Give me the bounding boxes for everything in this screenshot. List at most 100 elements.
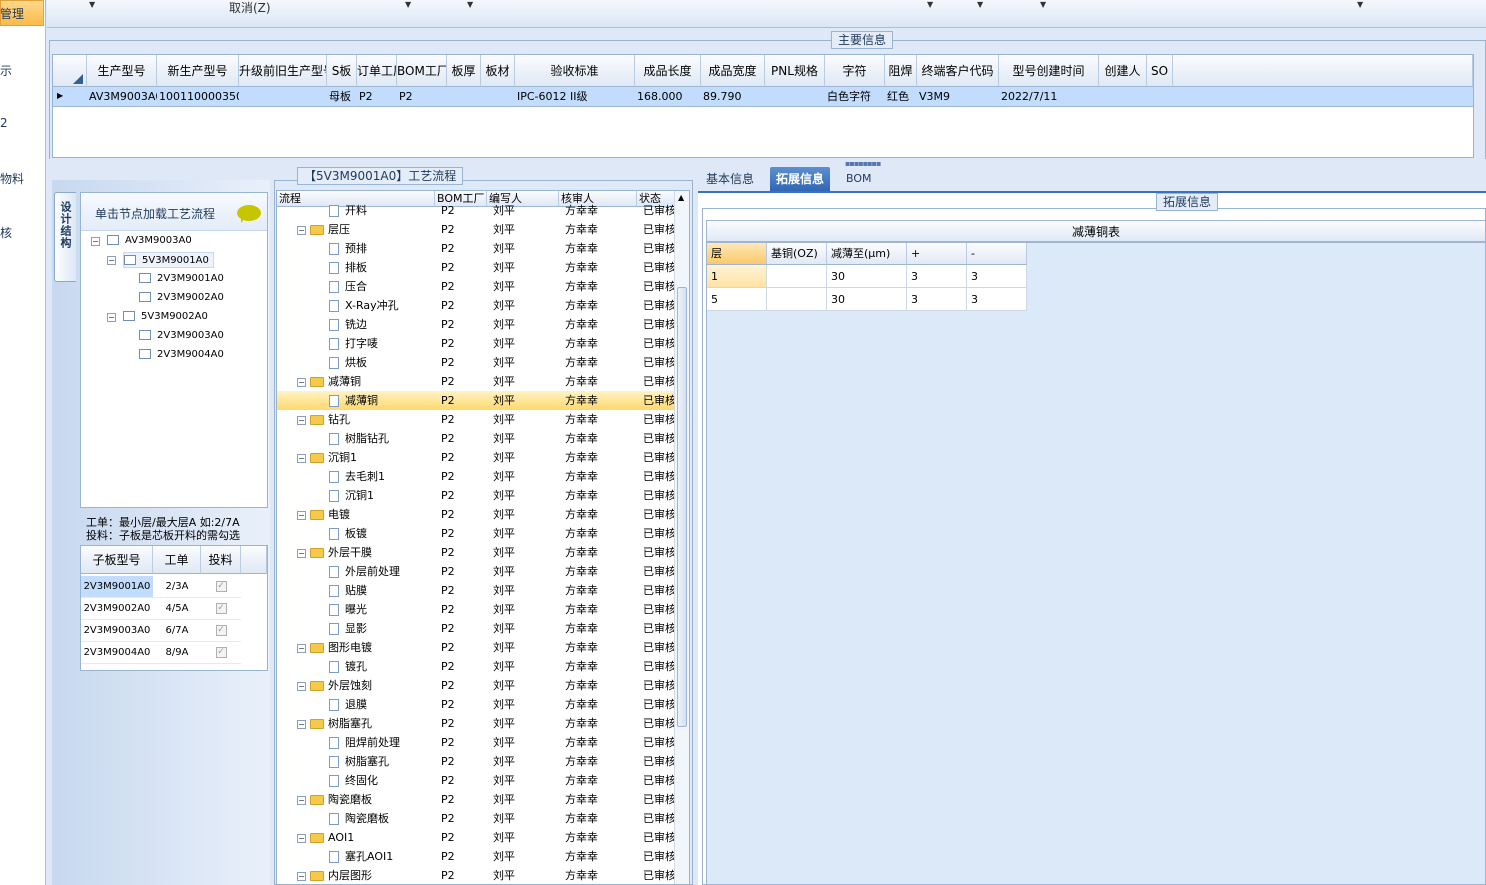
table-row[interactable]: 打字唛 P2 刘平 方幸幸 已审核: [277, 334, 675, 353]
checkbox-cell[interactable]: ✓: [201, 620, 241, 642]
col-header[interactable]: 创建人: [1099, 55, 1147, 87]
tab-design-structure[interactable]: 设计结构: [54, 192, 76, 282]
nav-item-4[interactable]: 核: [0, 224, 12, 241]
table-row[interactable]: − 减薄铜 P2 刘平 方幸幸 已审核: [277, 372, 675, 391]
tree-node[interactable]: AV3M9003A0: [107, 233, 192, 249]
tree-node[interactable]: 5V3M9001A0: [123, 252, 214, 268]
table-row[interactable]: 开料 P2 刘平 方幸幸 已审核: [277, 201, 675, 220]
col-header[interactable]: PNL规格: [765, 55, 825, 87]
dropdown-arrow-icon[interactable]: ▼: [977, 0, 983, 9]
cell[interactable]: AV3M9003A0: [87, 87, 157, 107]
collapse-toggle-icon[interactable]: −: [297, 510, 306, 520]
collapse-toggle-icon[interactable]: −: [297, 415, 306, 425]
checkbox-cell[interactable]: ✓: [201, 576, 241, 598]
dropdown-arrow-icon[interactable]: ▼: [927, 0, 933, 9]
table-row[interactable]: 板镀 P2 刘平 方幸幸 已审核: [277, 524, 675, 543]
scrollbar-thumb[interactable]: [677, 287, 687, 727]
expand-toggle-icon[interactable]: −: [91, 237, 100, 246]
cell[interactable]: V3M9: [917, 87, 999, 107]
nav-item-2[interactable]: 2: [0, 116, 8, 130]
cell[interactable]: 2V3M9002A0: [81, 598, 153, 620]
cell[interactable]: 4/5A: [153, 598, 201, 620]
comment-bubble-icon[interactable]: [237, 205, 261, 223]
dropdown-arrow-icon[interactable]: ▼: [405, 0, 411, 9]
col-header[interactable]: 板厚: [447, 55, 481, 87]
nav-item-manage[interactable]: 管理: [0, 5, 24, 22]
vertical-scrollbar[interactable]: ▲: [674, 191, 689, 884]
cell[interactable]: 1: [707, 265, 767, 288]
cell[interactable]: 3: [907, 288, 967, 311]
col-header[interactable]: 型号创建时间: [999, 55, 1099, 87]
table-row[interactable]: 排板 P2 刘平 方幸幸 已审核: [277, 258, 675, 277]
col-header[interactable]: 成品宽度: [701, 55, 765, 87]
tab-bom[interactable]: BOM: [840, 167, 878, 191]
cell[interactable]: 2/3A: [153, 576, 201, 598]
table-row[interactable]: 铣边 P2 刘平 方幸幸 已审核: [277, 315, 675, 334]
dropdown-arrow-icon[interactable]: ▼: [89, 0, 95, 9]
table-row[interactable]: 终固化 P2 刘平 方幸幸 已审核: [277, 771, 675, 790]
cell[interactable]: 2022/7/11: [999, 87, 1099, 107]
table-row[interactable]: 曝光 P2 刘平 方幸幸 已审核: [277, 600, 675, 619]
expand-toggle-icon[interactable]: −: [107, 256, 116, 265]
collapse-toggle-icon[interactable]: −: [297, 795, 306, 805]
cell[interactable]: 168.000: [635, 87, 701, 107]
tree-node[interactable]: 2V3M9003A0: [139, 328, 224, 344]
cell[interactable]: P2: [357, 87, 397, 107]
collapse-toggle-icon[interactable]: −: [297, 833, 306, 843]
col-header[interactable]: 减薄至(μm): [827, 243, 907, 265]
col-header[interactable]: 工单: [153, 546, 201, 574]
expand-toggle-icon[interactable]: −: [107, 313, 116, 322]
table-row[interactable]: 陶瓷磨板 P2 刘平 方幸幸 已审核: [277, 809, 675, 828]
cell[interactable]: 89.790: [701, 87, 765, 107]
checkbox-cell[interactable]: ✓: [201, 598, 241, 620]
table-row[interactable]: − 树脂塞孔 P2 刘平 方幸幸 已审核: [277, 714, 675, 733]
collapse-toggle-icon[interactable]: −: [297, 681, 306, 691]
cell[interactable]: [767, 265, 827, 288]
col-header[interactable]: 阻焊: [885, 55, 917, 87]
table-row[interactable]: 显影 P2 刘平 方幸幸 已审核: [277, 619, 675, 638]
collapse-toggle-icon[interactable]: −: [297, 453, 306, 463]
table-row[interactable]: 阻焊前处理 P2 刘平 方幸幸 已审核: [277, 733, 675, 752]
table-row[interactable]: − 内层图形 P2 刘平 方幸幸 已审核: [277, 866, 675, 884]
table-row[interactable]: 贴膜 P2 刘平 方幸幸 已审核: [277, 581, 675, 600]
cell[interactable]: 2V3M9004A0: [81, 642, 153, 664]
table-row[interactable]: X-Ray冲孔 P2 刘平 方幸幸 已审核: [277, 296, 675, 315]
col-header[interactable]: 新生产型号: [157, 55, 239, 87]
cancel-button[interactable]: 取消(Z): [229, 0, 271, 16]
invest-checkbox[interactable]: ✓: [215, 602, 227, 614]
checkbox-cell[interactable]: ✓: [201, 642, 241, 664]
tree-node[interactable]: 2V3M9004A0: [139, 347, 224, 363]
collapse-toggle-icon[interactable]: −: [297, 643, 306, 653]
cell[interactable]: 30: [827, 288, 907, 311]
col-header[interactable]: 基铜(OZ): [767, 243, 827, 265]
cell[interactable]: 白色字符: [825, 87, 885, 107]
cell[interactable]: IPC-6012 II级: [515, 87, 635, 107]
cell[interactable]: 8/9A: [153, 642, 201, 664]
table-row[interactable]: 树脂塞孔 P2 刘平 方幸幸 已审核: [277, 752, 675, 771]
table-row[interactable]: 烘板 P2 刘平 方幸幸 已审核: [277, 353, 675, 372]
col-header[interactable]: 终端客户代码: [917, 55, 999, 87]
collapse-toggle-icon[interactable]: −: [297, 871, 306, 881]
table-row[interactable]: − 图形电镀 P2 刘平 方幸幸 已审核: [277, 638, 675, 657]
scroll-up-icon[interactable]: ▲: [678, 193, 684, 202]
tree-node[interactable]: 2V3M9001A0: [139, 271, 224, 287]
col-header[interactable]: 升级前旧生产型号: [239, 55, 327, 87]
col-header[interactable]: 生产型号: [87, 55, 157, 87]
collapse-toggle-icon[interactable]: −: [297, 377, 306, 387]
col-header[interactable]: BOM工厂: [397, 55, 447, 87]
table-row[interactable]: 压合 P2 刘平 方幸幸 已审核: [277, 277, 675, 296]
table-row[interactable]: 预排 P2 刘平 方幸幸 已审核: [277, 239, 675, 258]
table-row[interactable]: 树脂钻孔 P2 刘平 方幸幸 已审核: [277, 429, 675, 448]
cell[interactable]: 30: [827, 265, 907, 288]
cell[interactable]: 5: [707, 288, 767, 311]
cell[interactable]: [1099, 87, 1147, 107]
cell[interactable]: [1147, 87, 1173, 107]
cell[interactable]: [767, 288, 827, 311]
invest-checkbox[interactable]: ✓: [215, 580, 227, 592]
cell[interactable]: [239, 87, 327, 107]
collapse-toggle-icon[interactable]: −: [297, 719, 306, 729]
collapse-toggle-icon[interactable]: −: [297, 548, 306, 558]
col-header[interactable]: SO: [1147, 55, 1173, 87]
table-row[interactable]: 塞孔AOI1 P2 刘平 方幸幸 已审核: [277, 847, 675, 866]
col-header[interactable]: 层: [707, 243, 767, 265]
